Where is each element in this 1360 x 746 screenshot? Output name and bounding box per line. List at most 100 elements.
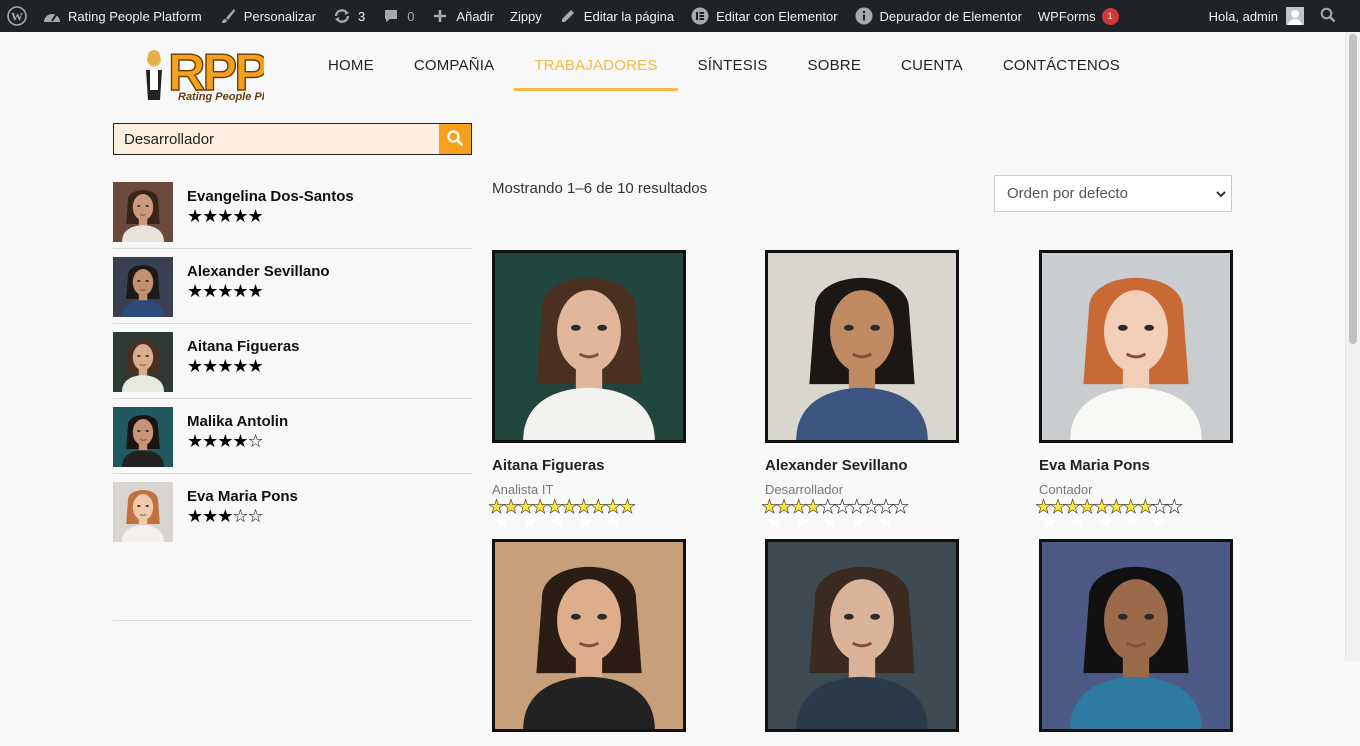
search-input[interactable] xyxy=(114,124,439,154)
search-icon xyxy=(447,129,463,149)
greeting-label: Hola, admin xyxy=(1208,8,1278,24)
updates-count: 3 xyxy=(357,8,366,24)
worker-thumbnail[interactable] xyxy=(113,332,173,392)
product-star-rating[interactable]: ★★★★★★★★★★ ★★★★★ xyxy=(761,497,959,532)
product-category: Desarrollador xyxy=(765,482,844,497)
wpforms-label: WPForms xyxy=(1037,8,1096,24)
comment-icon xyxy=(381,6,401,26)
scrollbar-thumb[interactable] xyxy=(1349,34,1357,344)
main-navigation: HOME COMPAÑIA TRABAJADORES SÍNTESIS SOBRE CUE… xyxy=(308,44,1140,91)
add-new-link[interactable]: Añadir xyxy=(422,0,502,32)
elementor-icon xyxy=(690,6,710,26)
zippy-link[interactable]: Zippy xyxy=(502,0,550,32)
site-logo[interactable]: RPP Rating People Platform xyxy=(140,40,299,106)
product-card[interactable]: Aitana Figueras Analista IT ★★★★★★★★★★ ★★★★… xyxy=(488,250,686,533)
customize-label: Personalizar xyxy=(243,8,316,24)
admin-bar-right: Hola, admin xyxy=(1201,0,1360,32)
product-image[interactable] xyxy=(1039,250,1233,443)
add-new-label: Añadir xyxy=(456,8,494,24)
worker-thumbnail[interactable] xyxy=(113,257,173,317)
list-item[interactable]: Alexander Sevillano ★★★★★ xyxy=(113,249,472,324)
product-card[interactable]: Eva Maria Pons Contador ★★★★★★★★★★ ★★★★★ xyxy=(1035,250,1233,533)
dashboard-icon xyxy=(42,6,62,26)
worker-name[interactable]: Alexander Sevillano xyxy=(187,263,330,280)
search-icon xyxy=(1320,7,1336,26)
product-category: Analista IT xyxy=(492,482,554,497)
product-title[interactable]: Alexander Sevillano xyxy=(765,457,959,474)
info-icon xyxy=(854,6,874,26)
list-item[interactable]: Eva Maria Pons ★★★☆☆ xyxy=(113,474,472,549)
nav-item[interactable]: TRABAJADORES xyxy=(514,44,678,91)
list-item[interactable]: Evangelina Dos-Santos ★★★★★ xyxy=(113,174,472,249)
star-rating: ★★★☆☆ xyxy=(187,506,264,526)
product-card[interactable] xyxy=(1039,539,1233,746)
edit-elementor-link[interactable]: Editar con Elementor xyxy=(682,0,845,32)
zippy-label: Zippy xyxy=(510,8,542,24)
nav-item[interactable]: SÍNTESIS xyxy=(678,44,788,91)
product-category: Contador xyxy=(1039,482,1093,497)
star-rating: ★★★★★ xyxy=(187,356,264,376)
result-count: Mostrando 1–6 de 10 resultados xyxy=(492,180,708,197)
site-name-link[interactable]: Rating People Platform xyxy=(34,0,210,32)
top-rated-widget: Evangelina Dos-Santos ★★★★★ Alexander Sevi… xyxy=(113,174,472,549)
product-card[interactable] xyxy=(765,539,959,746)
worker-thumbnail[interactable] xyxy=(113,407,173,467)
logo-tagline: Rating People Platform xyxy=(178,91,264,103)
product-image[interactable] xyxy=(1039,539,1233,732)
page-scrollbar[interactable] xyxy=(1345,32,1360,661)
customize-link[interactable]: Personalizar xyxy=(210,0,324,32)
nav-item[interactable]: COMPAÑIA xyxy=(394,44,515,91)
orderby-select[interactable]: Orden por defecto xyxy=(994,175,1232,212)
nav-item[interactable]: HOME xyxy=(308,44,394,91)
nav-item[interactable]: CUENTA xyxy=(881,44,983,91)
admin-search-button[interactable] xyxy=(1312,0,1360,32)
sidebar-divider xyxy=(113,620,472,621)
nav-item[interactable]: SOBRE xyxy=(788,44,882,91)
plus-icon xyxy=(430,6,450,26)
worker-thumbnail[interactable] xyxy=(113,482,173,542)
admin-bar: W Rating People Platform Personalizar 3 … xyxy=(0,0,1360,32)
star-rating: ★★★★☆ xyxy=(187,431,264,451)
worker-name[interactable]: Evangelina Dos-Santos xyxy=(187,188,354,205)
wordpress-logo-icon[interactable]: W xyxy=(0,0,34,32)
comments-count: 0 xyxy=(407,8,415,24)
product-image[interactable] xyxy=(765,539,959,732)
list-item[interactable]: Malika Antolin ★★★★☆ xyxy=(113,399,472,474)
logo-figure-icon xyxy=(146,50,162,100)
brush-icon xyxy=(218,6,238,26)
product-title[interactable]: Aitana Figueras xyxy=(492,457,686,474)
updates-link[interactable]: 3 xyxy=(324,0,373,32)
worker-name[interactable]: Aitana Figueras xyxy=(187,338,300,355)
nav-item[interactable]: CONTÁCTENOS xyxy=(983,44,1140,91)
debugger-label: Depurador de Elementor xyxy=(879,8,1022,24)
search-button[interactable] xyxy=(439,124,471,154)
account-menu[interactable]: Hola, admin xyxy=(1201,0,1312,32)
worker-name[interactable]: Malika Antolin xyxy=(187,413,288,430)
edit-elementor-label: Editar con Elementor xyxy=(716,8,838,24)
wpforms-link[interactable]: WPForms 1 xyxy=(1030,0,1127,32)
edit-page-label: Editar la página xyxy=(583,8,675,24)
comments-link[interactable]: 0 xyxy=(373,0,422,32)
site-name-label: Rating People Platform xyxy=(68,8,202,24)
product-image[interactable] xyxy=(492,539,686,732)
list-item[interactable]: Aitana Figueras ★★★★★ xyxy=(113,324,472,399)
product-title[interactable]: Eva Maria Pons xyxy=(1039,457,1233,474)
chevron-down-icon xyxy=(1215,187,1227,204)
product-star-rating[interactable]: ★★★★★★★★★★ ★★★★★ xyxy=(1035,497,1233,532)
svg-text:W: W xyxy=(11,10,23,24)
elementor-debugger-link[interactable]: Depurador de Elementor xyxy=(846,0,1030,32)
worker-name[interactable]: Eva Maria Pons xyxy=(187,488,298,505)
pencil-icon xyxy=(558,6,578,26)
product-card[interactable]: Alexander Sevillano Desarrollador ★★★★★★★★… xyxy=(761,250,959,533)
updates-icon xyxy=(332,6,352,26)
wpforms-notification-badge: 1 xyxy=(1101,7,1119,25)
product-card[interactable] xyxy=(492,539,686,746)
edit-page-link[interactable]: Editar la página xyxy=(550,0,682,32)
worker-thumbnail[interactable] xyxy=(113,182,173,242)
orderby-selected-label: Orden por defecto xyxy=(1007,185,1128,202)
product-star-rating[interactable]: ★★★★★★★★★★ ★★★★★ xyxy=(488,497,686,532)
star-rating: ★★★★★ xyxy=(187,206,264,226)
star-rating: ★★★★★ xyxy=(187,281,264,301)
product-image[interactable] xyxy=(492,250,686,443)
product-image[interactable] xyxy=(765,250,959,443)
